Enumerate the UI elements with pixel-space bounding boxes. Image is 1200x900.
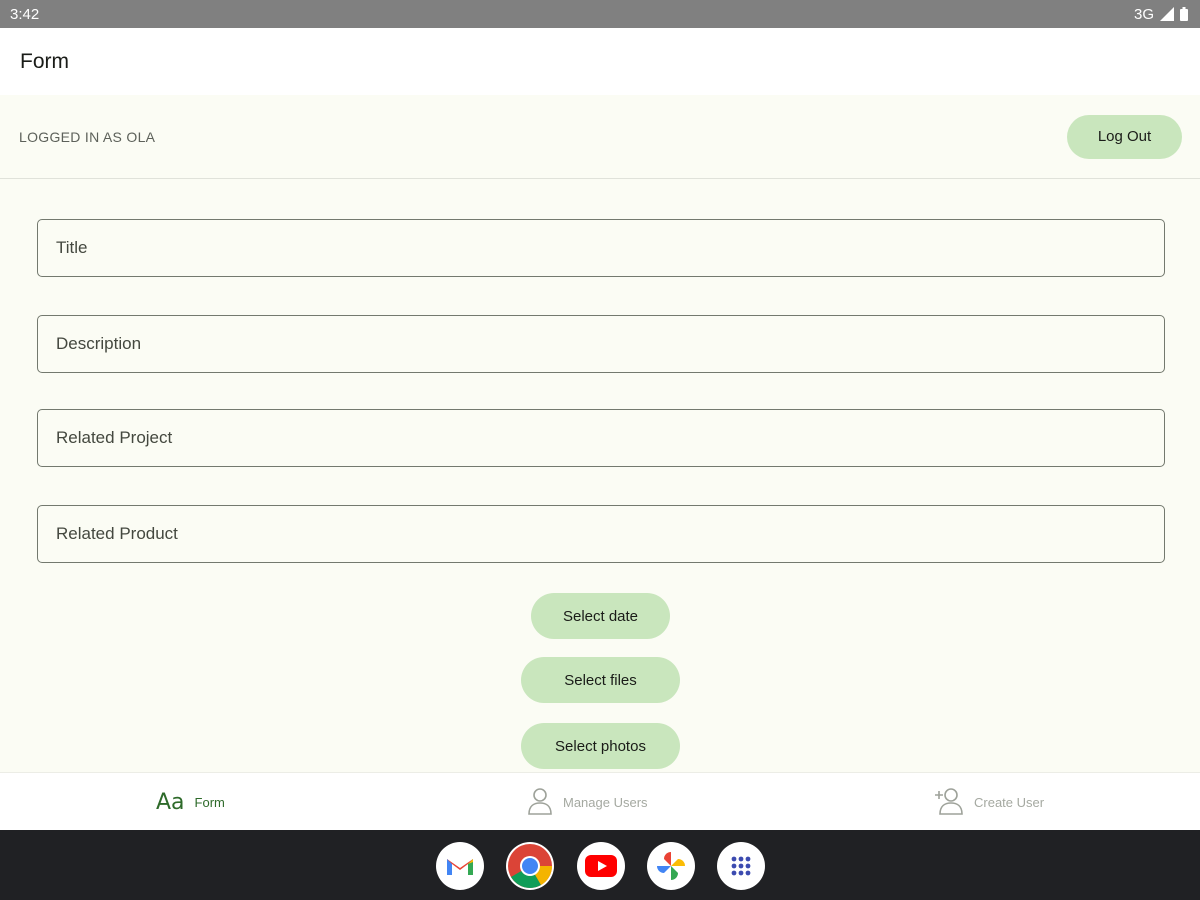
person-icon <box>527 787 553 818</box>
title-input[interactable]: Title <box>37 219 1165 277</box>
nav-item-manage-users[interactable]: Manage Users <box>527 773 648 831</box>
gmail-icon[interactable] <box>436 842 484 890</box>
nav-item-label: Create User <box>974 794 1045 810</box>
youtube-icon[interactable] <box>577 842 625 890</box>
app-bar: Form <box>0 28 1200 95</box>
select-files-button[interactable]: Select files <box>521 657 680 703</box>
select-photos-button[interactable]: Select photos <box>521 723 680 769</box>
signal-icon <box>1160 7 1174 21</box>
aa-text-icon: Aa <box>156 789 185 815</box>
chrome-icon[interactable] <box>506 842 554 890</box>
person-add-icon <box>934 787 964 818</box>
related-project-input[interactable]: Related Project <box>37 409 1165 467</box>
status-indicators: 3G <box>1134 6 1188 23</box>
related-product-input[interactable]: Related Product <box>37 505 1165 563</box>
description-input[interactable]: Description <box>37 315 1165 373</box>
bottom-navigation: Aa Form Manage Users Create User <box>0 772 1200 830</box>
status-time: 3:42 <box>10 5 40 23</box>
page-title: Form <box>20 49 69 73</box>
app-dock <box>0 830 1200 900</box>
nav-item-label: Form <box>194 794 225 810</box>
app-drawer-icon[interactable] <box>717 842 765 890</box>
network-type: 3G <box>1133 5 1154 23</box>
photos-icon[interactable] <box>647 842 695 890</box>
battery-icon <box>1180 7 1188 21</box>
nav-item-form[interactable]: Aa Form <box>156 773 225 831</box>
nav-item-label: Manage Users <box>563 794 648 810</box>
log-out-button[interactable]: Log Out <box>1067 114 1182 159</box>
nav-item-create-user[interactable]: Create User <box>934 773 1044 831</box>
status-bar: 3:42 3G <box>0 0 1200 28</box>
logged-in-label: LOGGED IN AS OLA <box>19 128 156 145</box>
form-area: Title Description Related Project Relate… <box>0 180 1200 772</box>
select-date-button[interactable]: Select date <box>531 593 670 639</box>
account-bar: LOGGED IN AS OLA Log Out <box>0 95 1200 179</box>
